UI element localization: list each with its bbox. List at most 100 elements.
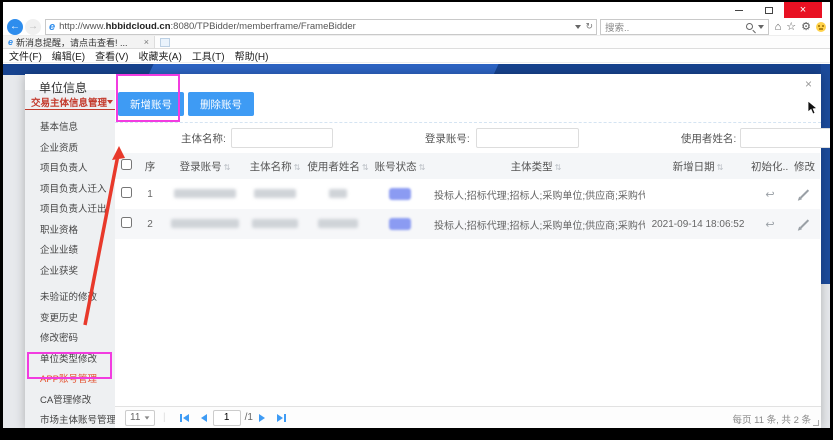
feedback-smiley-icon[interactable] — [816, 22, 826, 32]
row-checkbox[interactable] — [121, 217, 132, 228]
dialog-title: 单位信息 — [39, 79, 87, 96]
redacted-user-name — [318, 219, 358, 228]
sidebar-item-app-account-management[interactable]: APP账号管理 — [25, 368, 115, 389]
sort-icon: ⇅ — [419, 163, 426, 172]
sort-icon: ⇅ — [294, 163, 301, 172]
delete-account-button[interactable]: 删除账号 — [188, 92, 254, 116]
browser-tab[interactable]: e 新消息提醒，请点击查看! ... × — [3, 36, 155, 48]
subject-type: 投标人;招标代理;招标人;采购单位;供应商;采购代理 — [427, 179, 645, 209]
created-date: 2021-09-14 18:06:52 — [645, 209, 751, 239]
search-dropdown-icon[interactable] — [758, 25, 764, 29]
settings-gear-icon[interactable]: ⚙ — [801, 20, 811, 33]
main-content: 新增账号 删除账号 主体名称: 登录账号: 使用者姓名: 搜索 — [115, 90, 821, 428]
search-icon[interactable] — [746, 23, 753, 30]
menu-help[interactable]: 帮助(H) — [235, 48, 269, 63]
col-initialize: 初始化... — [751, 153, 789, 179]
menu-file[interactable]: 文件(F) — [9, 48, 42, 63]
subject-type: 投标人;招标代理;招标人;采购单位;供应商;采购代理 — [427, 209, 645, 239]
edit-pencil-icon[interactable] — [800, 219, 809, 228]
sidebar-item-professional-qualification[interactable]: 职业资格 — [25, 219, 115, 240]
add-account-button[interactable]: 新增账号 — [118, 92, 184, 116]
total-pages-label: /1 — [245, 412, 253, 423]
sidebar-item-change-password[interactable]: 修改密码 — [25, 327, 115, 348]
user-name-input[interactable] — [740, 128, 830, 148]
menu-view[interactable]: 查看(V) — [95, 48, 128, 63]
prev-page-icon — [201, 414, 207, 422]
last-page-button[interactable] — [277, 414, 286, 422]
page-number-input[interactable] — [213, 410, 241, 426]
col-account-status[interactable]: 账号状态⇅ — [373, 153, 427, 179]
sidebar-item-change-history[interactable]: 变更历史 — [25, 307, 115, 328]
pagination-bar: 11 | /1 每页 11 条, 共 2 条 — [115, 406, 821, 428]
sort-icon: ⇅ — [555, 163, 562, 172]
col-index[interactable]: 序 — [137, 153, 163, 179]
subject-name-label: 主体名称: — [181, 131, 226, 146]
refresh-icon[interactable]: ↻ — [585, 21, 593, 32]
page-right-strip — [821, 64, 830, 284]
login-account-label: 登录账号: — [425, 131, 470, 146]
subject-name-input[interactable] — [231, 128, 333, 148]
sidebar-item-enterprise-performance[interactable]: 企业业绩 — [25, 239, 115, 260]
sidebar-item-market-subject-account[interactable]: 市场主体账号管理 — [25, 409, 115, 428]
browser-search-input[interactable]: 搜索.. — [600, 19, 769, 35]
address-bar: ← → e http://www.hbbidcloud.cn:8080/TPBi… — [3, 18, 830, 36]
url-dropdown-icon[interactable] — [575, 25, 581, 29]
col-subject-name[interactable]: 主体名称⇅ — [247, 153, 303, 179]
ie-tab-icon: e — [8, 37, 13, 47]
created-date — [645, 179, 751, 209]
sidebar-item-leader-transfer-in[interactable]: 项目负责人迁入 — [25, 178, 115, 199]
col-login-account[interactable]: 登录账号⇅ — [163, 153, 247, 179]
initialize-undo-icon[interactable]: ↩ — [765, 189, 774, 201]
new-tab-button[interactable] — [160, 38, 170, 47]
window-close-button[interactable]: × — [784, 2, 822, 18]
menu-tools[interactable]: 工具(T) — [192, 48, 225, 63]
minimize-icon — [735, 10, 743, 11]
login-account-input[interactable] — [476, 128, 579, 148]
sidebar-item-leader-transfer-out[interactable]: 项目负责人迁出 — [25, 198, 115, 219]
url-field[interactable]: e http://www.hbbidcloud.cn:8080/TPBidder… — [45, 19, 597, 35]
row-index: 1 — [137, 179, 163, 209]
initialize-undo-icon[interactable]: ↩ — [765, 219, 774, 231]
edit-pencil-icon[interactable] — [800, 189, 809, 198]
sidebar-item-project-leader[interactable]: 项目负责人 — [25, 157, 115, 178]
menu-favorites[interactable]: 收藏夹(A) — [138, 48, 181, 63]
close-icon: × — [800, 4, 806, 16]
col-subject-type[interactable]: 主体类型⇅ — [427, 153, 645, 179]
col-user-name[interactable]: 使用者姓名⇅ — [303, 153, 373, 179]
empty-area — [115, 239, 821, 406]
page-size-select[interactable]: 11 — [125, 410, 155, 426]
sidebar-item-unit-type-change[interactable]: 单位类型修改 — [25, 348, 115, 369]
window-maximize-button[interactable] — [754, 2, 784, 18]
sidebar-group-header[interactable]: 交易主体信息管理 — [25, 94, 115, 110]
forward-arrow-icon: → — [28, 21, 38, 32]
sidebar-item-enterprise-qualification[interactable]: 企业资质 — [25, 137, 115, 158]
sidebar-item-ca-management[interactable]: CA管理修改 — [25, 389, 115, 410]
window-minimize-button[interactable] — [724, 2, 754, 18]
resize-handle-icon — [813, 420, 819, 426]
back-button[interactable]: ← — [7, 19, 23, 35]
unit-info-dialog: 单位信息 × 交易主体信息管理 基本信息 企业资质 项目负责人 项目负责人迁入 … — [25, 74, 821, 428]
first-page-icon — [183, 414, 189, 422]
prev-page-button[interactable] — [201, 414, 207, 422]
row-checkbox[interactable] — [121, 187, 132, 198]
first-page-button[interactable] — [180, 414, 189, 422]
redacted-login-account — [171, 219, 239, 228]
dialog-close-icon[interactable]: × — [805, 77, 812, 91]
menu-edit[interactable]: 编辑(E) — [52, 48, 85, 63]
forward-button[interactable]: → — [25, 19, 41, 35]
pagination-summary: 每页 11 条, 共 2 条 — [733, 412, 811, 426]
next-page-icon — [259, 414, 265, 422]
tab-close-icon[interactable]: × — [144, 37, 149, 47]
sort-icon: ⇅ — [362, 163, 369, 172]
sidebar-item-basic-info[interactable]: 基本信息 — [25, 116, 115, 137]
home-icon[interactable]: ⌂ — [775, 21, 782, 33]
accounts-table: 序 登录账号⇅ 主体名称⇅ 使用者姓名⇅ 账号状态⇅ 主体类型⇅ 新增日期⇅ 初… — [115, 153, 820, 239]
favorites-star-icon[interactable]: ☆ — [786, 20, 796, 33]
sidebar-item-unverified-changes[interactable]: 未验证的修改 — [25, 286, 115, 307]
col-created-date[interactable]: 新增日期⇅ — [645, 153, 751, 179]
next-page-button[interactable] — [259, 414, 265, 422]
select-all-checkbox[interactable] — [121, 159, 132, 170]
sidebar-item-enterprise-awards[interactable]: 企业获奖 — [25, 260, 115, 281]
table-row: 1 投标人;招标代理;招标人;采购单位;供应商;采购代理 ↩ — [115, 179, 820, 209]
divider: | — [163, 412, 166, 423]
